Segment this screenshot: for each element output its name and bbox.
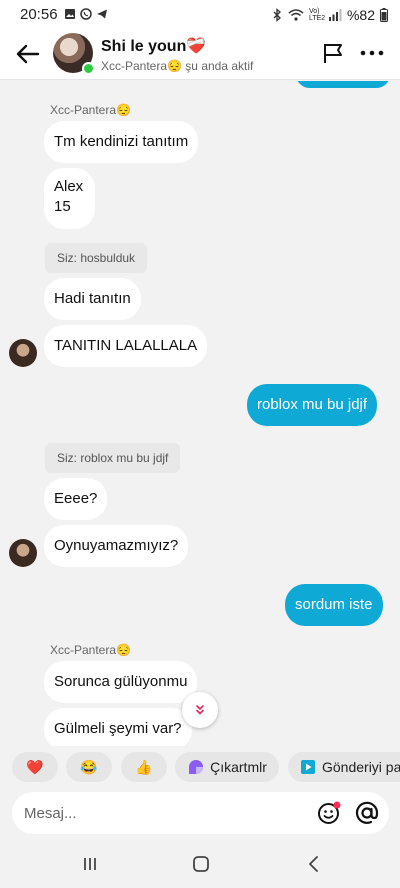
thumbs-up-icon: 👍 [135,758,153,775]
send-post-button[interactable]: Gönderiyi pa [288,752,400,782]
message-composer [12,792,389,834]
online-indicator [82,62,95,75]
sender-name: Xcc-Pantera😔 [50,643,131,657]
home-icon[interactable] [191,854,211,874]
message-line: Alex [54,178,84,195]
message-bubble[interactable]: Tm kendinizi tanıtım [44,121,199,163]
heart-icon: ❤️ [26,758,44,775]
message-text: Hadi tanıtın [54,290,131,307]
message-text: Alex 15 [54,177,83,217]
message-text: Gülmeli şeymi var? [54,720,182,737]
sender-name: Xcc-Pantera😔 [50,103,131,117]
back-icon[interactable] [304,854,324,874]
sender-avatar[interactable] [9,539,37,567]
message-bubble[interactable]: TANITIN LALALLALA [44,325,208,367]
double-chevron-down-icon [196,705,204,715]
message-bubble[interactable]: Gülmeli şeymi var? [44,708,192,746]
message-bubble-outgoing[interactable]: sordum iste [285,584,383,626]
laughing-emoji-icon: 😂 [80,758,98,775]
status-right: Vo) LTE2 %82 [271,7,388,23]
status-bar: 20:56 Vo) LTE2 %82 [0,0,400,30]
message-text: Tm kendinizi tanıtım [54,133,189,150]
sticker-icon [189,760,204,774]
scroll-down-button[interactable] [182,692,218,728]
sender-avatar[interactable] [9,339,37,367]
message-bubble[interactable]: Alex 15 [44,168,95,229]
message-line: 15 [54,198,71,215]
flag-icon[interactable] [322,42,344,64]
wifi-icon [288,9,304,21]
quick-actions-bar: ❤️ 😂 👍 Çıkartmlr Gönderiyi pa [0,748,400,786]
message-bubble-outgoing-clipped[interactable] [296,81,390,88]
message-text: Oynuyamazmıyız? [54,537,179,554]
message-bubble[interactable]: Hadi tanıtın [44,278,141,320]
system-navigation-bar [0,840,400,888]
post-icon [301,760,315,774]
sticker-picker-icon[interactable] [316,800,342,826]
laugh-reaction-button[interactable]: 😂 [66,752,112,782]
reply-preview[interactable]: Siz: roblox mu bu jdjf [45,443,181,473]
send-post-label: Gönderiyi pa [322,759,400,775]
message-bubble[interactable]: Sorunca gülüyonmu [44,661,198,703]
message-input[interactable] [24,802,304,824]
battery-percent: %82 [346,7,375,23]
network-type: Vo) LTE2 [308,8,326,22]
message-list[interactable]: Xcc-Pantera😔 Tm kendinizi tanıtım Alex 1… [0,81,400,746]
message-text: Sorunca gülüyonmu [54,673,188,690]
bluetooth-icon [273,8,281,22]
stickers-button[interactable]: Çıkartmlr [175,752,279,782]
chat-title[interactable]: Shi le youn❤️‍🩹 [101,36,206,56]
back-arrow-icon[interactable] [14,40,42,68]
whatsapp-icon [80,8,92,20]
recent-apps-icon[interactable] [80,854,100,874]
message-bubble-outgoing[interactable]: roblox mu bu jdjf [247,384,378,426]
group-avatar[interactable] [53,33,95,75]
battery-icon [380,8,388,22]
mention-icon[interactable] [354,800,380,826]
reply-preview[interactable]: Siz: hosbulduk [45,243,148,273]
status-time: 20:56 [20,6,58,23]
message-text: sordum iste [295,596,373,613]
heart-reaction-button[interactable]: ❤️ [12,752,58,782]
stickers-label: Çıkartmlr [210,759,267,775]
message-text: TANITIN LALALLALA [54,337,198,354]
chat-header: Shi le youn❤️‍🩹 Xcc-Pantera😔 şu anda akt… [0,30,400,80]
message-text: Eeee? [54,490,98,507]
more-options-icon[interactable] [360,50,384,56]
telegram-icon [97,9,107,19]
notification-icons [64,8,108,20]
chat-subtitle: Xcc-Pantera😔 şu anda aktif [101,59,254,73]
thumbs-up-button[interactable]: 👍 [121,752,167,782]
gallery-icon [65,9,75,19]
message-text: roblox mu bu jdjf [257,396,368,413]
message-bubble[interactable]: Eeee? [44,478,108,520]
signal-icon [328,9,342,21]
message-bubble[interactable]: Oynuyamazmıyız? [44,525,189,567]
